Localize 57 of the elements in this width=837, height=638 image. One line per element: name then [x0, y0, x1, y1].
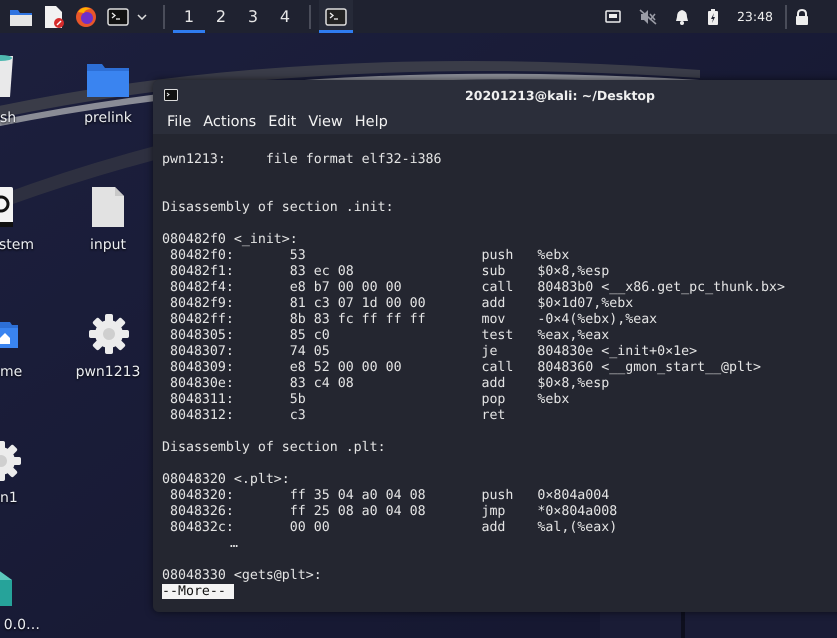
disassembly-line: 80482f1: 83 ec 08 sub $0×8,%esp — [168, 264, 610, 280]
icon-label[interactable]: input — [68, 237, 148, 253]
disassembly-line: 8048326: ff 25 08 a0 04 08 jmp *0×804a008 — [168, 504, 618, 520]
workspace-button[interactable]: 4 — [269, 0, 301, 33]
bell-icon[interactable] — [674, 8, 689, 24]
icon-label[interactable]: pwn1213 — [62, 364, 154, 380]
document-icon[interactable] — [43, 4, 65, 28]
disassembly-line: 8048320: ff 35 04 a0 04 08 push 0×804a004 — [168, 488, 610, 504]
disassembly-line: 804830e: 83 c4 08 add $0×8,%esp — [168, 376, 610, 392]
icon-label[interactable]: me — [0, 364, 57, 380]
disassembly-line: 80482f4: e8 b7 00 00 00 call 80483b0 <__x86.get_pc_thunk.bx> — [168, 280, 786, 296]
muted-speaker-icon[interactable] — [638, 8, 657, 24]
terminal-icon — [325, 8, 347, 26]
disassembly-line: 8048307: 74 05 je 804830e <_init+0×1e> — [168, 344, 698, 360]
disassembly-line: 80482f0: 53 push %ebx — [168, 248, 570, 264]
output-line: 08048320 <.plt>: — [162, 472, 291, 488]
terminal-icon[interactable] — [107, 8, 129, 26]
terminal-icon — [164, 89, 178, 101]
disassembly-line: 8048311: 5b pop %ebx — [168, 392, 570, 408]
ellipsis: … — [230, 536, 238, 551]
output-line: 08048330 <gets@plt>: — [162, 568, 323, 584]
battery-icon[interactable] — [706, 8, 719, 26]
binary-file-icon[interactable] — [91, 186, 125, 228]
output-line: pwn1213: file format elf32-i386 — [162, 152, 443, 168]
pager-prompt: --More-- — [162, 584, 234, 599]
lock-icon[interactable] — [795, 8, 809, 24]
globe-icon[interactable] — [75, 6, 97, 28]
gear-icon[interactable] — [88, 313, 130, 355]
output-line: Disassembly of section .init: — [162, 200, 395, 216]
disassembly-line: 8048309: e8 52 00 00 00 call 8048360 <__gmon_start__@plt> — [168, 360, 762, 376]
package-icon[interactable] — [0, 570, 12, 606]
disassembly-line: 8048312: c3 ret — [168, 408, 506, 424]
disassembly-line: 80482f9: 81 c3 07 1d 00 00 add $0×1d07,%ebx — [168, 296, 634, 312]
window-title: 20201213@kali: ~/Desktop — [465, 88, 655, 102]
taskbar-button[interactable] — [319, 0, 353, 33]
output-line: 080482f0 <_init>: — [162, 232, 299, 248]
clock[interactable]: 23:48 — [736, 9, 773, 24]
output-line: Disassembly of section .plt: — [162, 440, 387, 456]
disassembly-line: 804832c: 00 00 add %al,(%eax) — [168, 520, 618, 536]
workspace-button[interactable]: 3 — [237, 0, 269, 33]
drive-icon[interactable] — [0, 186, 15, 228]
workspace-button[interactable]: 1 — [173, 0, 205, 33]
menu-item[interactable]: View — [302, 114, 349, 130]
menu-item[interactable]: Actions — [197, 114, 262, 130]
icon-label[interactable]: 0.0… — [0, 617, 40, 633]
menu-item[interactable]: Help — [348, 114, 394, 130]
home-folder-icon[interactable] — [0, 320, 18, 348]
icon-label[interactable]: n1 — [0, 490, 53, 506]
icon-label[interactable]: stem — [0, 237, 34, 253]
disassembly-line: 8048305: 85 c0 test %eax,%eax — [168, 328, 610, 344]
workspace-button[interactable]: 2 — [205, 0, 237, 33]
disassembly-line: 80482ff: 8b 83 fc ff ff ff mov -0×4(%ebx),%eax — [168, 312, 658, 328]
network-icon[interactable] — [604, 10, 621, 24]
menu-item[interactable]: File — [161, 114, 198, 130]
menu-item[interactable]: Edit — [262, 114, 302, 130]
icon-label[interactable]: prelink — [68, 110, 148, 126]
caret-icon[interactable] — [137, 14, 147, 20]
